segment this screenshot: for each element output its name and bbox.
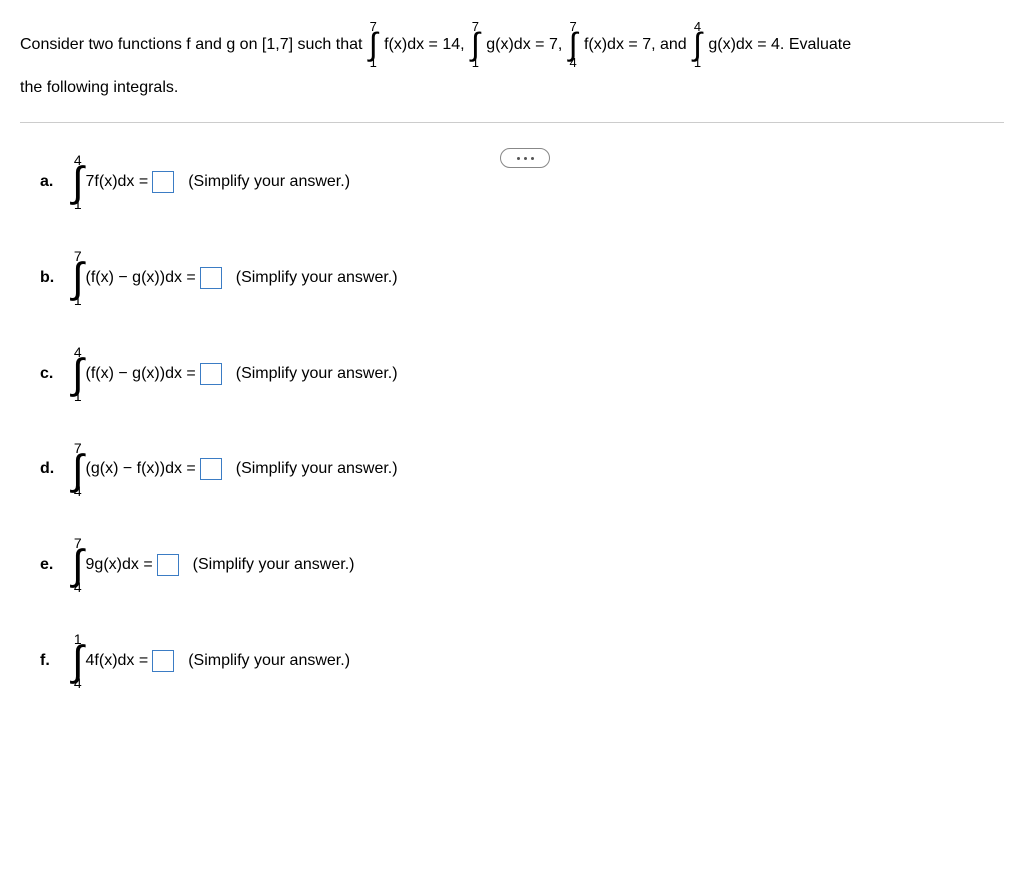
- question-c: c. 4 ∫ 1 (f(x) − g(x))dx = (Simplify you…: [40, 345, 984, 403]
- answer-input-d[interactable]: [200, 458, 222, 480]
- integral-2: 7 ∫ 1: [471, 20, 480, 69]
- simplify-hint-f: (Simplify your answer.): [188, 652, 350, 670]
- question-label-e: e.: [40, 556, 60, 574]
- integral-4-body: g(x)dx = 4.: [708, 27, 784, 62]
- integral-c: 4 ∫ 1: [72, 345, 84, 403]
- more-button[interactable]: [500, 148, 550, 168]
- questions-container: a. 4 ∫ 1 7f(x)dx = (Simplify your answer…: [0, 123, 1024, 690]
- simplify-hint-a: (Simplify your answer.): [188, 173, 350, 191]
- problem-prefix: Consider two functions f and g on [1,7] …: [20, 36, 367, 53]
- integral-4: 4 ∫ 1: [693, 20, 702, 69]
- answer-input-c[interactable]: [200, 363, 222, 385]
- integrand-b: (f(x) − g(x))dx =: [86, 269, 196, 287]
- answer-input-f[interactable]: [152, 650, 174, 672]
- integral-b: 7 ∫ 1: [72, 249, 84, 307]
- integral-e: 7 ∫ 4: [72, 536, 84, 594]
- integrand-f: 4f(x)dx =: [86, 652, 149, 670]
- simplify-hint-e: (Simplify your answer.): [193, 556, 355, 574]
- question-b: b. 7 ∫ 1 (f(x) − g(x))dx = (Simplify you…: [40, 249, 984, 307]
- dot-icon: [517, 157, 520, 160]
- integral-1-body: f(x)dx = 14,: [384, 27, 464, 62]
- simplify-hint-b: (Simplify your answer.): [236, 269, 398, 287]
- problem-line2: the following integrals.: [20, 79, 1004, 97]
- integral-3: 7 ∫ 4: [569, 20, 578, 69]
- question-f: f. 1 ∫ 4 4f(x)dx = (Simplify your answer…: [40, 632, 984, 690]
- integrand-a: 7f(x)dx =: [86, 173, 149, 191]
- answer-input-a[interactable]: [152, 171, 174, 193]
- simplify-hint-c: (Simplify your answer.): [236, 365, 398, 383]
- question-e: e. 7 ∫ 4 9g(x)dx = (Simplify your answer…: [40, 536, 984, 594]
- integral-2-body: g(x)dx = 7,: [486, 27, 562, 62]
- integral-3-body: f(x)dx = 7,: [584, 27, 656, 62]
- question-label-f: f.: [40, 652, 60, 670]
- integrand-e: 9g(x)dx =: [86, 556, 153, 574]
- dot-icon: [524, 157, 527, 160]
- problem-suffix: Evaluate: [789, 36, 851, 53]
- integrand-c: (f(x) − g(x))dx =: [86, 365, 196, 383]
- integral-d: 7 ∫ 4: [72, 441, 84, 499]
- integral-f: 1 ∫ 4: [72, 632, 84, 690]
- integral-1: 7 ∫ 1: [369, 20, 378, 69]
- and-text: and: [660, 36, 691, 53]
- question-label-c: c.: [40, 365, 60, 383]
- question-label-b: b.: [40, 269, 60, 287]
- simplify-hint-d: (Simplify your answer.): [236, 460, 398, 478]
- question-label-a: a.: [40, 173, 60, 191]
- question-d: d. 7 ∫ 4 (g(x) − f(x))dx = (Simplify you…: [40, 441, 984, 499]
- problem-statement: Consider two functions f and g on [1,7] …: [0, 0, 1024, 97]
- answer-input-b[interactable]: [200, 267, 222, 289]
- question-label-d: d.: [40, 460, 60, 478]
- answer-input-e[interactable]: [157, 554, 179, 576]
- integral-a: 4 ∫ 1: [72, 153, 84, 211]
- integrand-d: (g(x) − f(x))dx =: [86, 460, 196, 478]
- dot-icon: [531, 157, 534, 160]
